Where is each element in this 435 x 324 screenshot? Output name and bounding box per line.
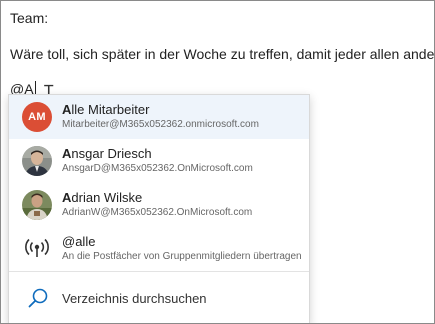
suggestion-description: An die Postfächer von Gruppenmitgliedern… xyxy=(62,251,302,262)
suggestion-name: Adrian Wilske xyxy=(62,190,142,205)
person-avatar xyxy=(22,190,52,220)
email-compose-body[interactable]: Team: Wäre toll, sich später in der Woch… xyxy=(0,0,435,324)
avatar-initials: AM xyxy=(22,102,52,132)
suggestion-name: Alle Mitarbeiter xyxy=(62,102,149,117)
name-match-highlight: A xyxy=(62,146,72,161)
popup-divider xyxy=(9,271,309,272)
suggestion-alle-mitarbeiter[interactable]: AM Alle Mitarbeiter Mitarbeiter@M365x052… xyxy=(9,95,309,139)
search-icon xyxy=(28,288,48,308)
suggestion-ansgar-driesch[interactable]: Ansgar Driesch AnsgarD@M365x052362.OnMic… xyxy=(9,139,309,183)
suggestion-name: @alle xyxy=(62,234,96,249)
name-rest: drian Wilske xyxy=(71,190,143,205)
mention-suggestions-popup: AM Alle Mitarbeiter Mitarbeiter@M365x052… xyxy=(8,94,310,323)
greeting-text: Team: xyxy=(10,10,49,26)
name-match-highlight: A xyxy=(62,102,72,117)
name-match-highlight: A xyxy=(62,190,72,205)
search-directory-label: Verzeichnis durchsuchen xyxy=(62,291,207,306)
search-directory-button[interactable]: Verzeichnis durchsuchen xyxy=(9,279,309,319)
broadcast-icon xyxy=(25,238,49,257)
suggestion-alle-broadcast[interactable]: @alle An die Postfächer von Gruppenmitgl… xyxy=(9,227,309,271)
name-rest: nsgar Driesch xyxy=(71,146,152,161)
suggestion-address: AdrianW@M365x052362.OnMicrosoft.com xyxy=(62,207,253,218)
person-avatar xyxy=(22,146,52,176)
suggestion-address: Mitarbeiter@M365x052362.onmicrosoft.com xyxy=(62,119,259,130)
suggestion-adrian-wilske[interactable]: Adrian Wilske AdrianW@M365x052362.OnMicr… xyxy=(9,183,309,227)
suggestion-address: AnsgarD@M365x052362.OnMicrosoft.com xyxy=(62,163,253,174)
name-rest: lle Mitarbeiter xyxy=(71,102,150,117)
suggestion-name: Ansgar Driesch xyxy=(62,146,152,161)
message-sentence: Wäre toll, sich später in der Woche zu t… xyxy=(10,46,435,62)
